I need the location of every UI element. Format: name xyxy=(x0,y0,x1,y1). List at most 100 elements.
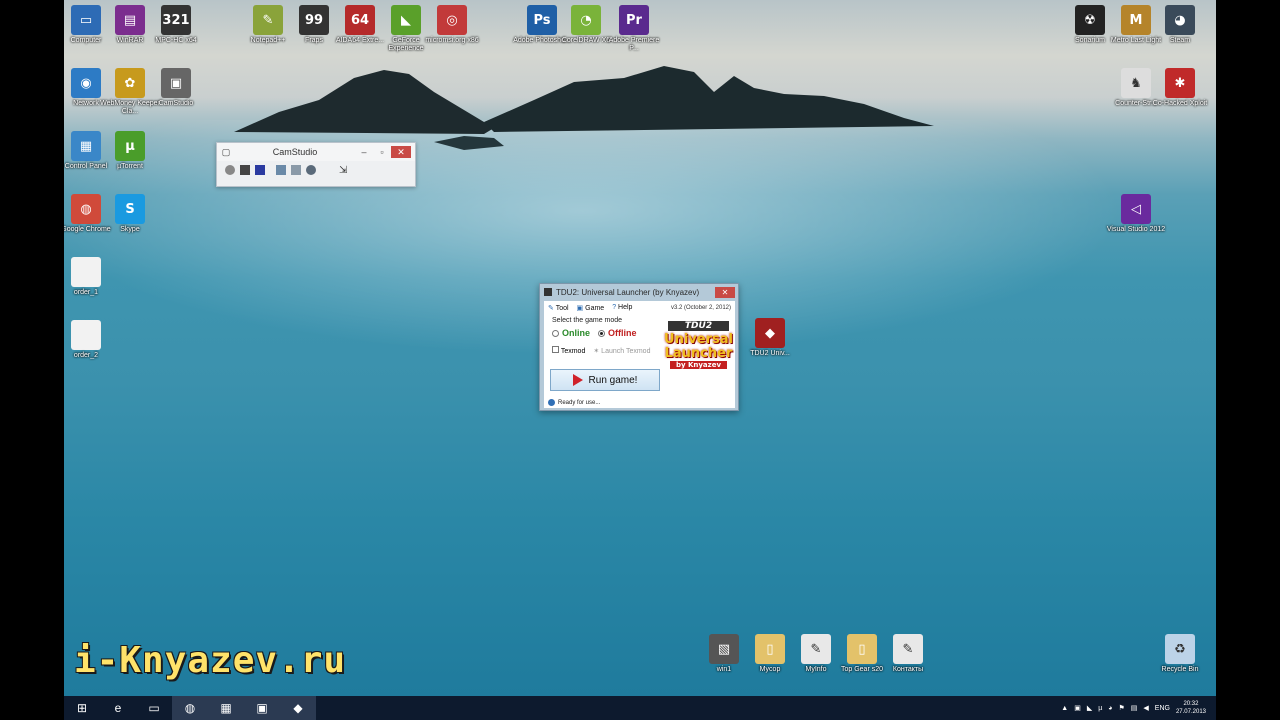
shortcut-label: µTorrent xyxy=(117,163,143,170)
tray-expand-icon[interactable]: ▲ xyxy=(1061,705,1068,712)
desktop-shortcut[interactable]: µ µTorrent xyxy=(100,131,160,171)
explorer-icon[interactable]: ▭ xyxy=(136,696,172,720)
settings-icon[interactable] xyxy=(306,165,316,175)
shortcut-label: Skype xyxy=(120,226,140,233)
tdu2-shortcut[interactable]: ◆ TDU2 Univ... xyxy=(740,318,800,358)
online-radio[interactable]: Online xyxy=(552,328,590,338)
desktop-shortcut[interactable]: ✱ Co-Hacked Xploit xyxy=(1150,68,1210,108)
desktop-shortcut[interactable]: ▣ CamStudio xyxy=(146,68,206,108)
launch-texmod-button[interactable]: ✶ Launch Texmod xyxy=(593,347,650,355)
mpc-taskbar-icon[interactable]: ▦ xyxy=(208,696,244,720)
document-icon xyxy=(71,320,101,350)
stop-icon[interactable] xyxy=(255,165,265,175)
camstudio-title: CamStudio xyxy=(272,147,318,157)
skype-icon: S xyxy=(115,194,145,224)
visual-studio-icon: ◁ xyxy=(1121,194,1151,224)
shortcut-label: Контакты xyxy=(892,666,924,673)
tray-flag-icon[interactable]: ⚑ xyxy=(1119,704,1125,712)
info-icon xyxy=(548,399,555,406)
minimize-view-icon[interactable]: ⇲ xyxy=(339,165,353,176)
tray-app-icon[interactable]: ▣ xyxy=(1074,704,1081,712)
desktop-shortcut[interactable]: ◎ micromsi.org x86 xyxy=(422,5,482,45)
counter-strike-icon: ♞ xyxy=(1121,68,1151,98)
tdu2-taskbar-icon[interactable]: ◆ xyxy=(280,696,316,720)
camstudio-taskbar-icon[interactable]: ▣ xyxy=(244,696,280,720)
sonarium-icon: ☢ xyxy=(1075,5,1105,35)
folder-icon: ▯ xyxy=(847,634,877,664)
msi-icon: ◎ xyxy=(437,5,467,35)
menu-help[interactable]: ? Help xyxy=(612,304,632,312)
document-icon xyxy=(71,257,101,287)
shortcut-label: Adobe Premiere P... xyxy=(608,37,660,52)
offline-radio[interactable]: Offline xyxy=(598,328,637,338)
shortcut-label: Recycle Bin xyxy=(1161,666,1199,673)
tray-nvidia-icon[interactable]: ◣ xyxy=(1087,704,1092,712)
photoshop-icon: Ps xyxy=(527,5,557,35)
play-icon xyxy=(572,374,583,386)
notepad-icon: ✎ xyxy=(253,5,283,35)
region-icon[interactable] xyxy=(276,165,286,175)
desktop-shortcut[interactable]: order_2 xyxy=(64,320,116,360)
tray-steam-icon[interactable]: ◕ xyxy=(1108,705,1112,712)
launcher-titlebar[interactable]: TDU2: Universal Launcher (by Knyazev) ✕ xyxy=(540,284,738,300)
desktop-shortcut[interactable]: order_1 xyxy=(64,257,116,297)
notepad-icon: ✎ xyxy=(893,634,923,664)
maximize-button[interactable]: ▫ xyxy=(373,147,391,157)
run-game-button[interactable]: Run game! xyxy=(550,369,660,391)
chrome-taskbar-icon[interactable]: ◍ xyxy=(172,696,208,720)
options-icon[interactable] xyxy=(291,165,301,175)
ie-icon[interactable]: e xyxy=(100,696,136,720)
shortcut-label: order_1 xyxy=(73,289,99,296)
chrome-icon: ◍ xyxy=(71,194,101,224)
minimize-button[interactable]: – xyxy=(355,147,373,157)
texmod-checkbox[interactable]: Texmod xyxy=(552,346,585,355)
shortcut-label: Co-Hacked Xploit xyxy=(1152,100,1208,107)
camstudio-titlebar[interactable]: ▢ CamStudio – ▫ ✕ xyxy=(217,143,415,161)
clock[interactable]: 20:32 27.07.2013 xyxy=(1176,700,1206,716)
metro-icon: M xyxy=(1121,5,1151,35)
tray-volume-icon[interactable]: ◀ xyxy=(1143,704,1148,712)
tray-network-icon[interactable]: ▤ xyxy=(1131,704,1138,712)
help-icon: ? xyxy=(612,304,617,311)
launcher-close-button[interactable]: ✕ xyxy=(715,286,735,298)
recycle-bin-icon: ♻ xyxy=(1165,634,1195,664)
shortcut-label: CamStudio xyxy=(158,100,194,107)
tdu2-icon: ◆ xyxy=(755,318,785,348)
desktop-shortcut[interactable]: Pr Adobe Premiere P... xyxy=(604,5,664,53)
steam-icon: ◕ xyxy=(1165,5,1195,35)
language-indicator[interactable]: ENG xyxy=(1155,705,1170,712)
launcher-app-icon xyxy=(544,288,552,296)
image-icon: ▧ xyxy=(709,634,739,664)
network-icon: ◉ xyxy=(71,68,101,98)
pause-icon[interactable] xyxy=(240,165,250,175)
watermark: i-Knyazev.ru xyxy=(74,640,347,681)
desktop-shortcut[interactable]: 321 MPC-HC x64 xyxy=(146,5,206,45)
mpc-icon: 321 xyxy=(161,5,191,35)
desktop-shortcut[interactable]: ✎ Контакты xyxy=(878,634,938,674)
launcher-title: TDU2: Universal Launcher (by Knyazev) xyxy=(556,287,700,297)
camstudio-window[interactable]: ▢ CamStudio – ▫ ✕ ⇲ xyxy=(216,142,416,187)
game-icon: ✱ xyxy=(1165,68,1195,98)
coreldraw-icon: ◔ xyxy=(571,5,601,35)
launcher-logo: TDU2 Universal Launcher by Knyazev xyxy=(664,319,733,393)
game-icon: ▣ xyxy=(576,305,584,312)
desktop-shortcut[interactable]: ♻ Recycle Bin xyxy=(1150,634,1210,674)
menu-game[interactable]: ▣ Game xyxy=(577,304,605,312)
close-button[interactable]: ✕ xyxy=(391,146,411,158)
shortcut-label: Visual Studio 2012 xyxy=(1106,226,1166,233)
taskbar: ⊞ e ▭ ◍ ▦ ▣ ◆ ▲ ▣ ◣ µ ◕ ⚑ ▤ ◀ ENG 20:32 27.07.… xyxy=(64,696,1216,720)
tdu2-launcher-window[interactable]: TDU2: Universal Launcher (by Knyazev) ✕ … xyxy=(539,283,739,411)
letterbox-left xyxy=(0,0,64,696)
desktop-shortcut[interactable]: ◁ Visual Studio 2012 xyxy=(1106,194,1166,234)
shortcut-label: MPC-HC x64 xyxy=(155,37,197,44)
start-button[interactable]: ⊞ xyxy=(64,696,100,720)
menu-tool[interactable]: ✎ Tool xyxy=(548,304,569,312)
record-icon[interactable] xyxy=(225,165,235,175)
desktop-shortcut[interactable]: S Skype xyxy=(100,194,160,234)
desktop-shortcut[interactable]: ◕ Steam xyxy=(1150,5,1210,45)
control-panel-icon: ▦ xyxy=(71,131,101,161)
shortcut-label: order_2 xyxy=(73,352,99,359)
utorrent-icon: µ xyxy=(115,131,145,161)
system-tray: ▲ ▣ ◣ µ ◕ ⚑ ▤ ◀ ENG 20:32 27.07.2013 xyxy=(1061,700,1216,716)
tray-utorrent-icon[interactable]: µ xyxy=(1098,705,1102,712)
